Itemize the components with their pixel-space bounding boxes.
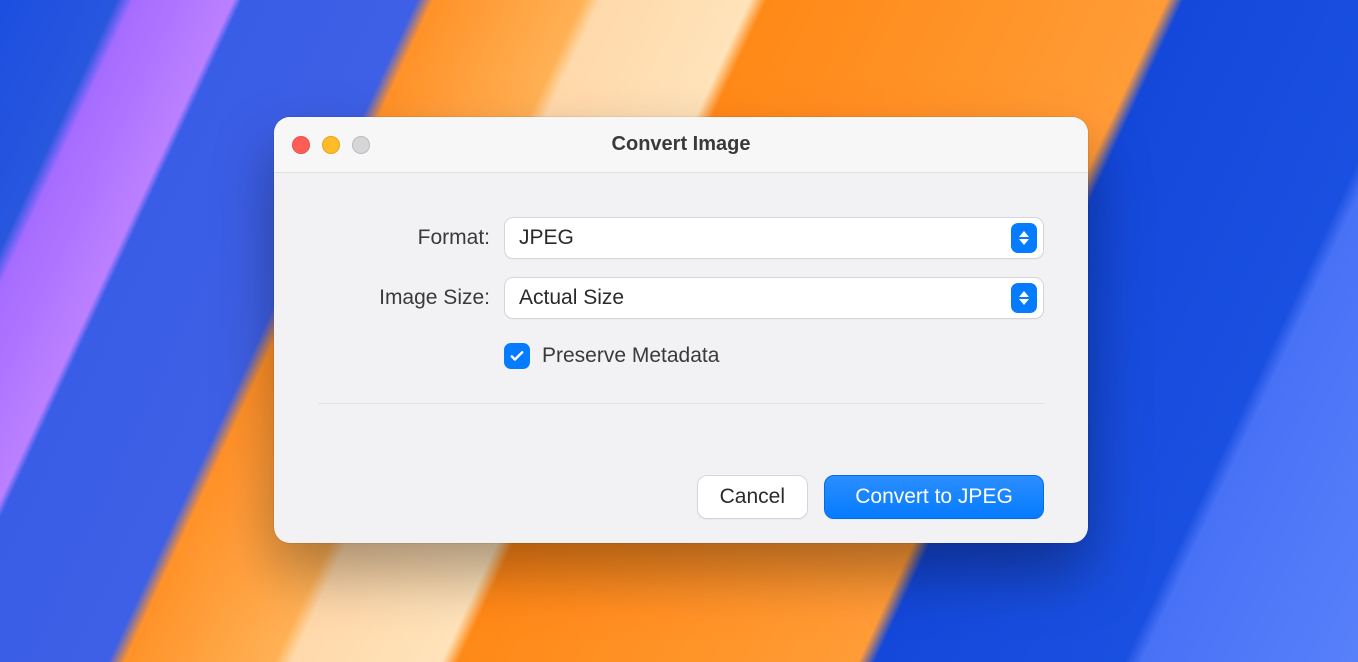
dialog-body: Format: JPEG Image Size: Actual Size xyxy=(274,173,1088,455)
desktop-wallpaper: Convert Image Format: JPEG Image Size: A… xyxy=(0,0,1358,662)
dialog-footer: Cancel Convert to JPEG xyxy=(274,455,1088,543)
convert-image-dialog: Convert Image Format: JPEG Image Size: A… xyxy=(274,117,1088,543)
format-select[interactable]: JPEG xyxy=(504,217,1044,259)
updown-arrows-icon xyxy=(1011,283,1037,313)
cancel-button[interactable]: Cancel xyxy=(697,475,808,519)
image-size-label: Image Size: xyxy=(318,286,504,310)
window-controls xyxy=(292,136,370,154)
window-title: Convert Image xyxy=(274,133,1088,156)
minimize-window-icon[interactable] xyxy=(322,136,340,154)
titlebar: Convert Image xyxy=(274,117,1088,173)
format-value: JPEG xyxy=(519,226,574,250)
preserve-metadata-row: Preserve Metadata xyxy=(318,343,1044,369)
image-size-select[interactable]: Actual Size xyxy=(504,277,1044,319)
format-label: Format: xyxy=(318,226,504,250)
image-size-value: Actual Size xyxy=(519,286,624,310)
preserve-metadata-checkbox[interactable] xyxy=(504,343,530,369)
format-row: Format: JPEG xyxy=(318,217,1044,259)
convert-button[interactable]: Convert to JPEG xyxy=(824,475,1044,519)
preserve-metadata-label: Preserve Metadata xyxy=(542,344,719,368)
close-window-icon[interactable] xyxy=(292,136,310,154)
image-size-row: Image Size: Actual Size xyxy=(318,277,1044,319)
zoom-window-icon xyxy=(352,136,370,154)
updown-arrows-icon xyxy=(1011,223,1037,253)
checkmark-icon xyxy=(508,347,526,365)
divider xyxy=(318,403,1044,404)
